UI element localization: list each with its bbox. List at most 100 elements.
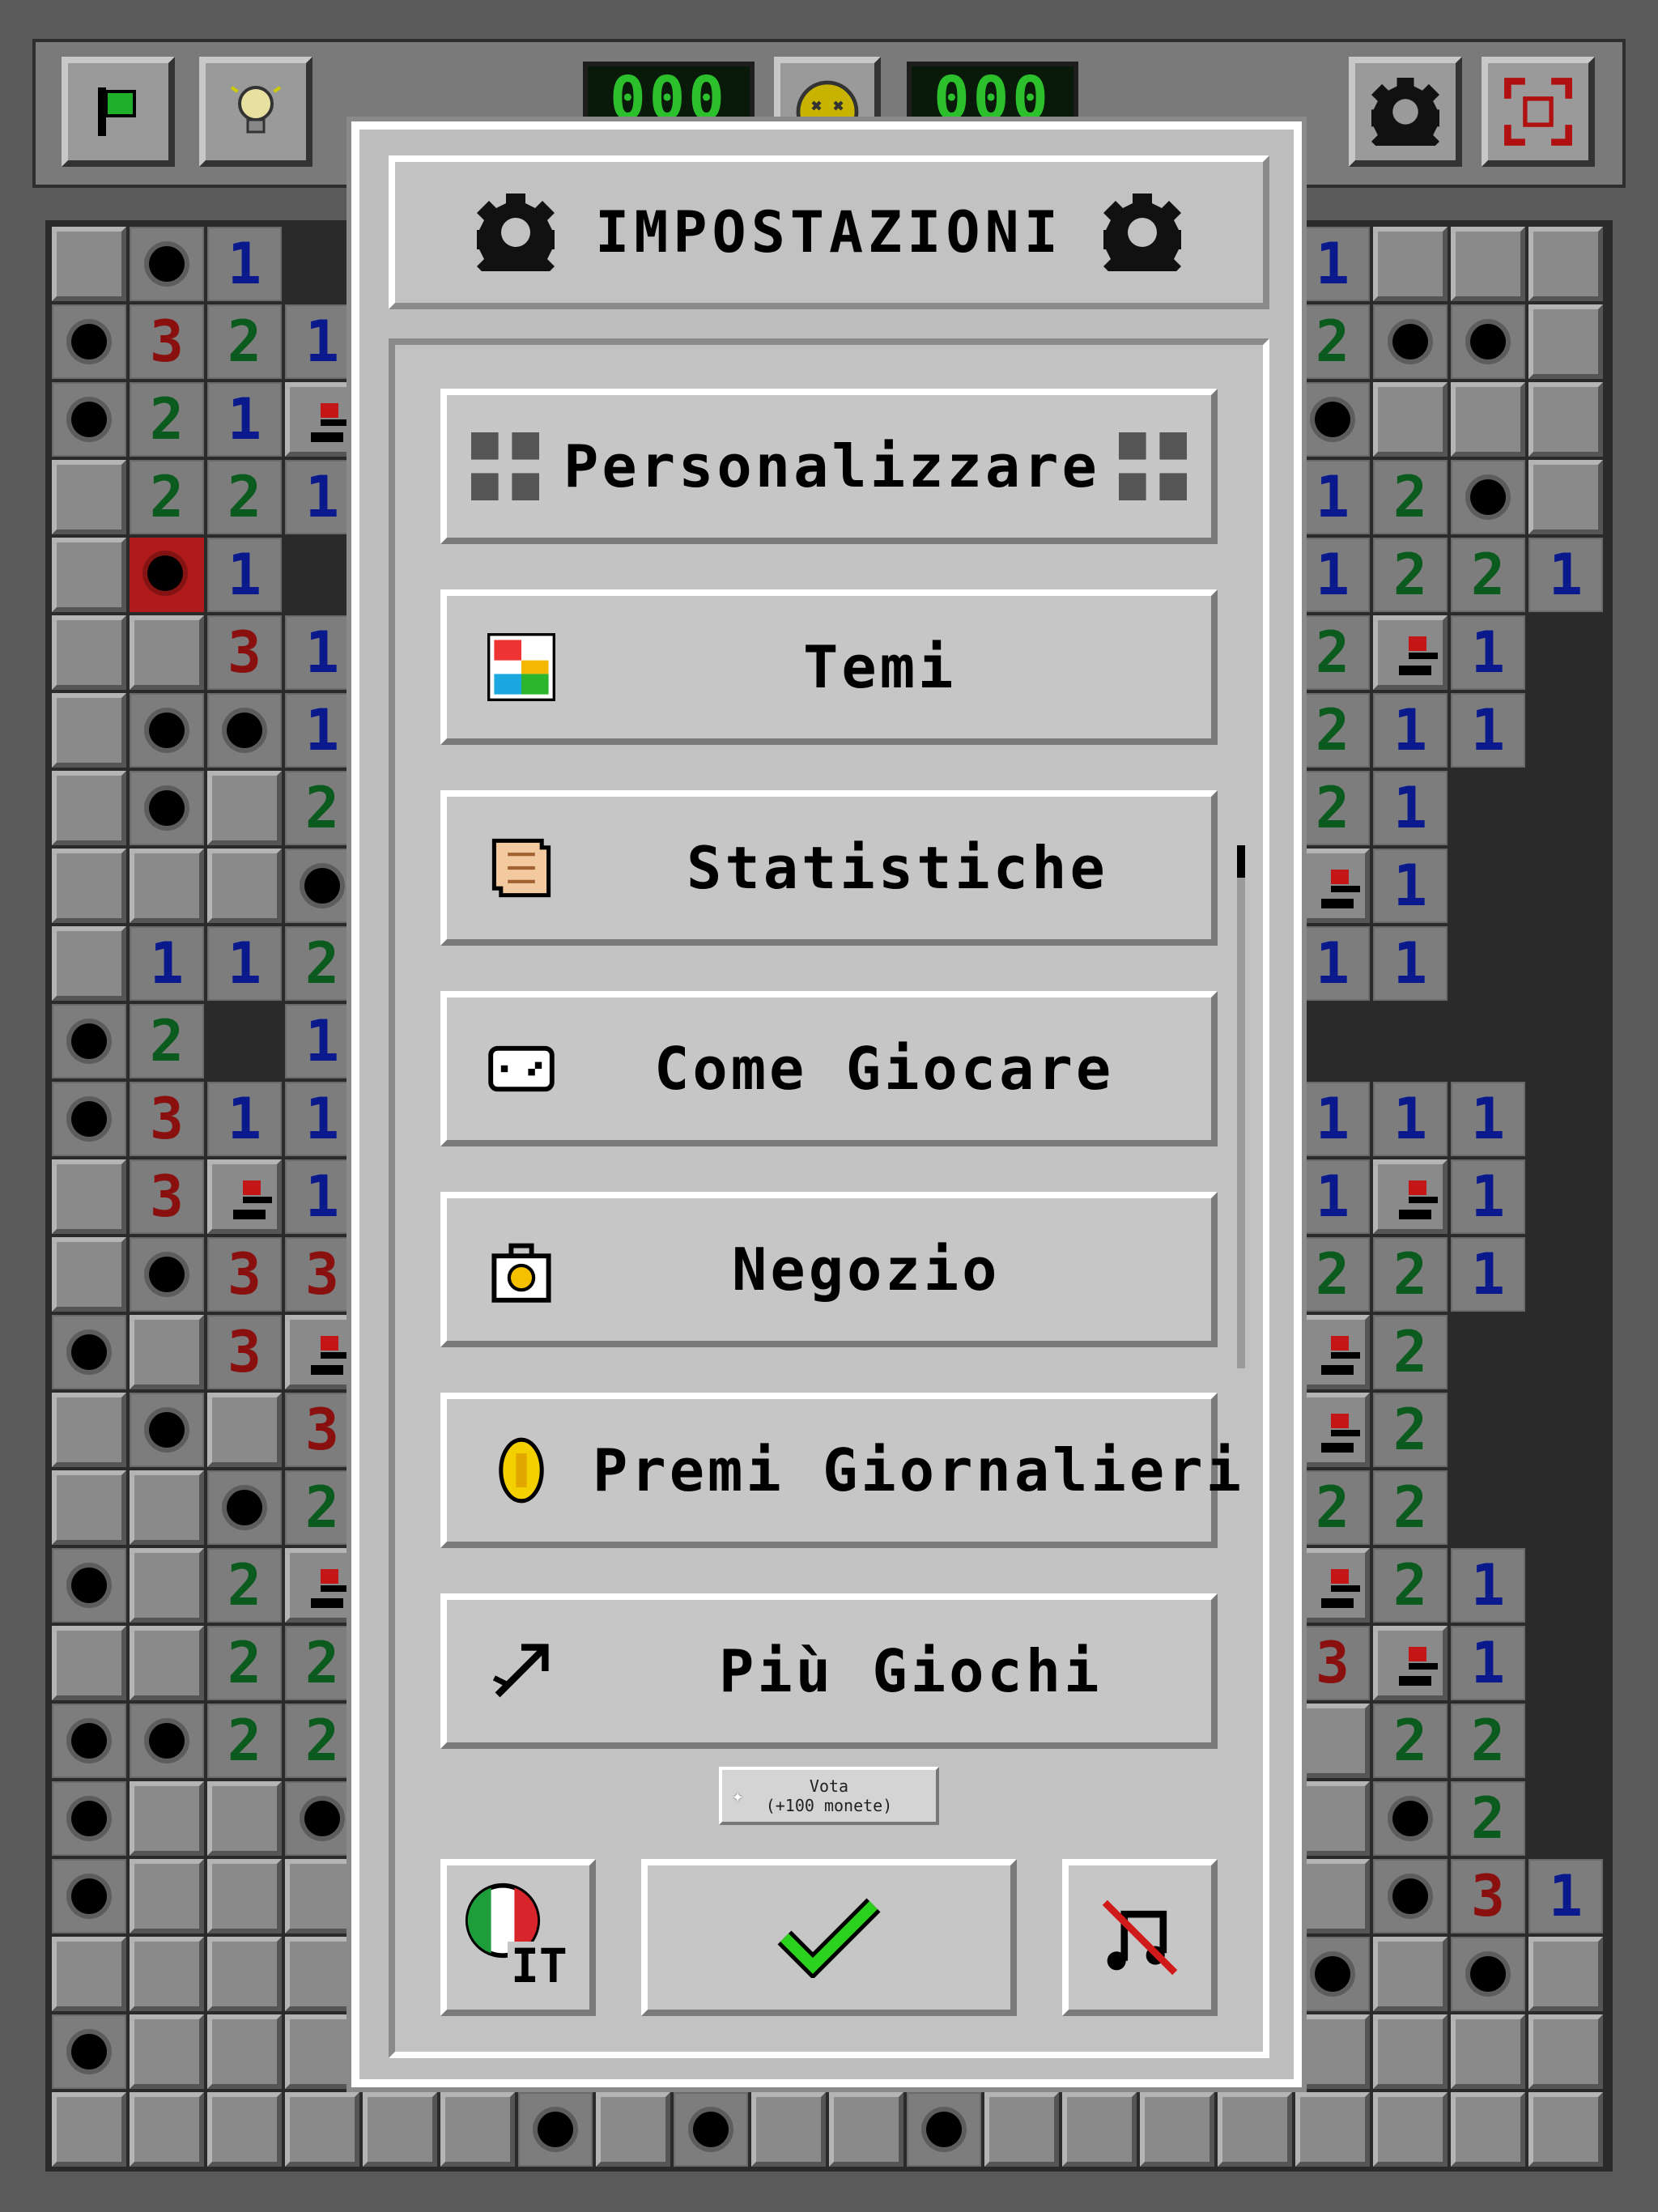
number-cell: 3: [1451, 1859, 1525, 1933]
covered-cell[interactable]: [52, 227, 126, 301]
flagged-cell[interactable]: [1295, 1548, 1370, 1623]
covered-cell[interactable]: [1528, 2092, 1603, 2167]
covered-cell[interactable]: [1528, 304, 1603, 379]
covered-cell[interactable]: [1295, 1704, 1370, 1778]
flagged-cell[interactable]: [1295, 849, 1370, 923]
daily-rewards-button[interactable]: Premi Giornalieri: [440, 1393, 1241, 1548]
covered-cell[interactable]: [52, 693, 126, 768]
covered-cell[interactable]: [207, 2092, 282, 2167]
covered-cell[interactable]: [1140, 2092, 1214, 2167]
covered-cell[interactable]: [1528, 1937, 1603, 2011]
covered-cell[interactable]: [130, 1859, 204, 1933]
covered-cell[interactable]: [130, 615, 204, 690]
covered-cell[interactable]: [52, 1393, 126, 1467]
covered-cell[interactable]: [207, 849, 282, 923]
covered-cell[interactable]: [130, 849, 204, 923]
covered-cell[interactable]: [207, 1937, 282, 2011]
flagged-cell[interactable]: [207, 1159, 282, 1234]
covered-cell[interactable]: [207, 2014, 282, 2089]
hint-button[interactable]: [199, 57, 312, 167]
flagged-cell[interactable]: [285, 1548, 359, 1623]
covered-cell[interactable]: [207, 1859, 282, 1933]
statistics-button[interactable]: Statistiche: [440, 790, 1218, 946]
themes-button[interactable]: Temi: [440, 589, 1218, 745]
covered-cell[interactable]: [52, 1937, 126, 2011]
covered-cell[interactable]: [207, 771, 282, 845]
flagged-cell[interactable]: [285, 1315, 359, 1389]
covered-cell[interactable]: [285, 1859, 359, 1933]
covered-cell[interactable]: [52, 849, 126, 923]
scrollbar-thumb[interactable]: [1237, 845, 1245, 878]
covered-cell[interactable]: [829, 2092, 903, 2167]
covered-cell[interactable]: [130, 1548, 204, 1623]
covered-cell[interactable]: [1528, 2014, 1603, 2089]
covered-cell[interactable]: [130, 2092, 204, 2167]
music-toggle-button[interactable]: [1062, 1859, 1218, 2016]
covered-cell[interactable]: [1218, 2092, 1292, 2167]
scrollbar-track[interactable]: [1237, 845, 1245, 1368]
how-to-play-button[interactable]: Come Giocare: [440, 991, 1218, 1146]
covered-cell[interactable]: [1528, 382, 1603, 457]
customize-button[interactable]: Personalizzare: [440, 389, 1218, 544]
fullscreen-button[interactable]: [1482, 57, 1595, 167]
covered-cell[interactable]: [52, 926, 126, 1001]
covered-cell[interactable]: [130, 1626, 204, 1700]
covered-cell[interactable]: [1373, 2014, 1448, 2089]
covered-cell[interactable]: [52, 538, 126, 612]
scroll-icon: [491, 838, 551, 898]
covered-cell[interactable]: [596, 2092, 670, 2167]
number-cell: 1: [1451, 1626, 1525, 1700]
confirm-button[interactable]: [641, 1859, 1017, 2016]
settings-button[interactable]: [1349, 57, 1462, 167]
covered-cell[interactable]: [363, 2092, 437, 2167]
covered-cell[interactable]: [1528, 460, 1603, 534]
covered-cell[interactable]: [130, 1781, 204, 1856]
flagged-cell[interactable]: [1295, 1315, 1370, 1389]
language-button[interactable]: IT: [440, 1859, 596, 2016]
covered-cell[interactable]: [52, 771, 126, 845]
covered-cell[interactable]: [52, 1470, 126, 1545]
covered-cell[interactable]: [1062, 2092, 1137, 2167]
covered-cell[interactable]: [1451, 2092, 1525, 2167]
covered-cell[interactable]: [1295, 1859, 1370, 1933]
flagged-cell[interactable]: [1295, 1393, 1370, 1467]
flagged-cell[interactable]: [1373, 1626, 1448, 1700]
covered-cell[interactable]: [1373, 2092, 1448, 2167]
covered-cell[interactable]: [52, 1237, 126, 1312]
covered-cell[interactable]: [285, 2014, 359, 2089]
covered-cell[interactable]: [130, 1315, 204, 1389]
covered-cell[interactable]: [130, 2014, 204, 2089]
covered-cell[interactable]: [1451, 227, 1525, 301]
covered-cell[interactable]: [52, 460, 126, 534]
covered-cell[interactable]: [52, 1626, 126, 1700]
flagged-cell[interactable]: [1373, 1159, 1448, 1234]
more-games-button[interactable]: Più Giochi: [440, 1593, 1218, 1749]
covered-cell[interactable]: [285, 1937, 359, 2011]
covered-cell[interactable]: [285, 2092, 359, 2167]
covered-cell[interactable]: [1451, 2014, 1525, 2089]
flagged-cell[interactable]: [285, 382, 359, 457]
covered-cell[interactable]: [1373, 1937, 1448, 2011]
covered-cell[interactable]: [52, 615, 126, 690]
covered-cell[interactable]: [751, 2092, 826, 2167]
covered-cell[interactable]: [52, 2092, 126, 2167]
covered-cell[interactable]: [1295, 1781, 1370, 1856]
rate-button[interactable]: ✦ Vota (+100 monete): [719, 1767, 939, 1825]
covered-cell[interactable]: [130, 1937, 204, 2011]
flag-mode-button[interactable]: [62, 57, 175, 167]
covered-cell[interactable]: [130, 1470, 204, 1545]
covered-cell[interactable]: [1451, 382, 1525, 457]
covered-cell[interactable]: [984, 2092, 1059, 2167]
covered-cell[interactable]: [52, 1159, 126, 1234]
covered-cell[interactable]: [1295, 2092, 1370, 2167]
covered-cell[interactable]: [207, 1393, 282, 1467]
flagged-cell[interactable]: [1373, 615, 1448, 690]
covered-cell[interactable]: [440, 2092, 515, 2167]
shop-button[interactable]: Negozio: [440, 1192, 1218, 1347]
covered-cell[interactable]: [1373, 382, 1448, 457]
covered-cell[interactable]: [207, 1781, 282, 1856]
covered-cell[interactable]: [1295, 2014, 1370, 2089]
mine-cell: [1451, 460, 1525, 534]
covered-cell[interactable]: [1528, 227, 1603, 301]
covered-cell[interactable]: [1373, 227, 1448, 301]
